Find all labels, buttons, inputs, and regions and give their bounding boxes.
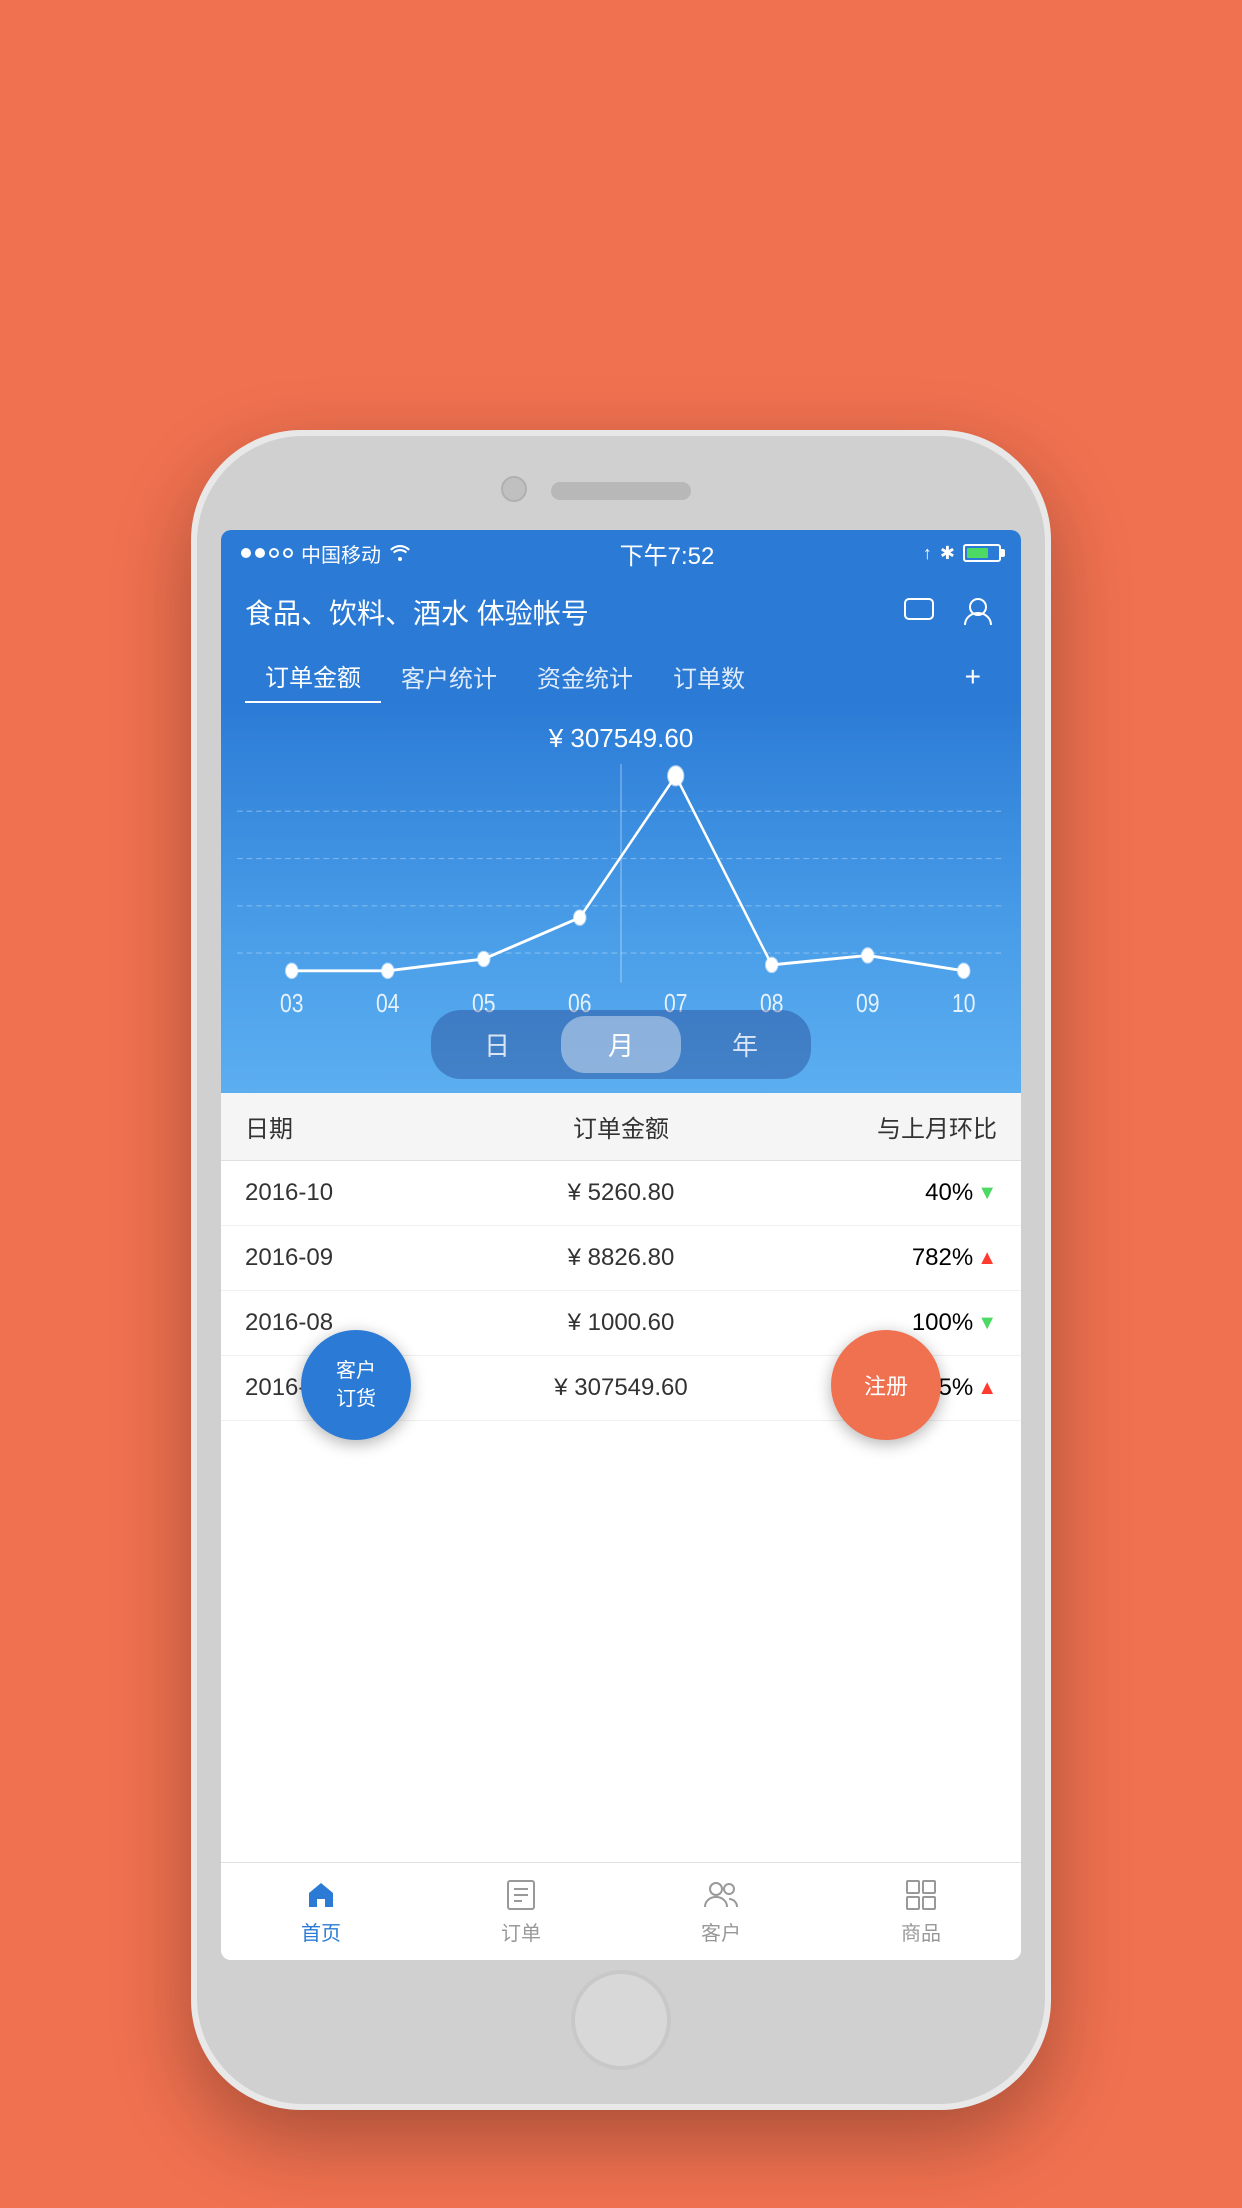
nav-customers-label: 客户 [701,1917,741,1946]
svg-text:03: 03 [280,990,303,1019]
col-header-date: 日期 [245,1109,460,1144]
user-icon[interactable] [959,593,997,631]
chart-container: ¥ 307549.60 [221,703,1021,1093]
status-left: 中国移动 [241,539,411,568]
arrow-down-icon-1: ▼ [977,1182,997,1205]
svg-text:09: 09 [856,990,879,1019]
customer-order-button[interactable]: 客户订货 [301,1330,411,1440]
row-amount-1: ¥ 5260.80 [460,1179,782,1207]
period-selector: 日 月 年 [431,1010,811,1079]
period-day-button[interactable]: 日 [437,1016,557,1073]
register-button[interactable]: 注册 [831,1330,941,1440]
row-change-2: 782%▲ [782,1244,997,1272]
col-header-amount: 订单金额 [460,1109,782,1144]
svg-text:04: 04 [376,990,399,1019]
status-time: 下午7:52 [620,536,715,571]
battery-icon [963,544,1001,562]
phone-wrapper: 中国移动 下午7:52 ↑ ✱ 食品、饮料、酒水 体验帐号 [191,430,1051,2110]
app-header-icons [901,593,997,631]
wifi-icon [389,545,411,561]
battery-fill [967,548,988,558]
app-tabs: 订单金额 客户统计 资金统计 订单数 + [245,650,997,703]
phone-screen: 中国移动 下午7:52 ↑ ✱ 食品、饮料、酒水 体验帐号 [221,530,1021,1960]
phone-home-button[interactable] [571,1970,671,2070]
bluetooth-icon: ✱ [940,543,955,564]
table-header: 日期 订单金额 与上月环比 [221,1093,1021,1161]
nav-home[interactable]: 首页 [221,1877,421,1946]
nav-products-label: 商品 [901,1917,941,1946]
location-icon: ↑ [923,543,932,564]
col-header-change: 与上月环比 [782,1109,997,1144]
row-change-1: 40%▼ [782,1179,997,1207]
nav-home-label: 首页 [301,1917,341,1946]
status-bar: 中国移动 下午7:52 ↑ ✱ [221,530,1021,576]
chart-value-label: ¥ 307549.60 [237,723,1005,754]
carrier-label: 中国移动 [301,539,381,568]
orders-icon [503,1877,539,1913]
register-label: 注册 [864,1369,908,1401]
app-header: 食品、饮料、酒水 体验帐号 [221,576,1021,703]
period-year-button[interactable]: 年 [685,1016,805,1073]
period-month-button[interactable]: 月 [561,1016,681,1073]
nav-products[interactable]: 商品 [821,1877,1021,1946]
customers-icon [703,1877,739,1913]
table-row: 2016-10 ¥ 5260.80 40%▼ [221,1161,1021,1226]
customer-order-label: 客户订货 [336,1357,376,1413]
chat-icon[interactable] [901,593,939,631]
row-amount-2: ¥ 8826.80 [460,1244,782,1272]
signal-dot-2 [255,548,265,558]
table-row: 2016-09 ¥ 8826.80 782%▲ [221,1226,1021,1291]
row-date-2: 2016-09 [245,1244,460,1272]
arrow-up-icon-2: ▲ [977,1247,997,1270]
bottom-nav: 首页 订单 [221,1862,1021,1960]
tab-customer-stats[interactable]: 客户统计 [381,651,517,702]
phone-speaker [551,482,691,500]
signal-dot-3 [269,548,279,558]
tab-order-amount[interactable]: 订单金额 [245,650,381,703]
status-right: ↑ ✱ [923,543,1001,564]
nav-orders-label: 订单 [501,1917,541,1946]
chart-svg: 03 04 05 06 07 08 09 10 [237,764,1005,1024]
row-date-1: 2016-10 [245,1179,460,1207]
signal-dot-4 [283,548,293,558]
app-header-top: 食品、饮料、酒水 体验帐号 [245,592,997,632]
signal-dot-1 [241,548,251,558]
row-amount-3: ¥ 1000.60 [460,1309,782,1337]
home-icon [303,1877,339,1913]
svg-text:10: 10 [952,990,975,1019]
signal-dots [241,548,293,558]
nav-orders[interactable]: 订单 [421,1877,621,1946]
tab-fund-stats[interactable]: 资金统计 [517,651,653,702]
products-icon [903,1877,939,1913]
row-amount-4: ¥ 307549.60 [460,1374,782,1402]
arrow-down-icon-3: ▼ [977,1312,997,1335]
app-title: 食品、饮料、酒水 体验帐号 [245,592,589,632]
arrow-up-icon-4: ▲ [977,1377,997,1400]
nav-customers[interactable]: 客户 [621,1877,821,1946]
phone-camera [501,476,527,502]
tab-order-count[interactable]: 订单数 [653,651,765,702]
tab-plus-button[interactable]: + [949,653,997,701]
